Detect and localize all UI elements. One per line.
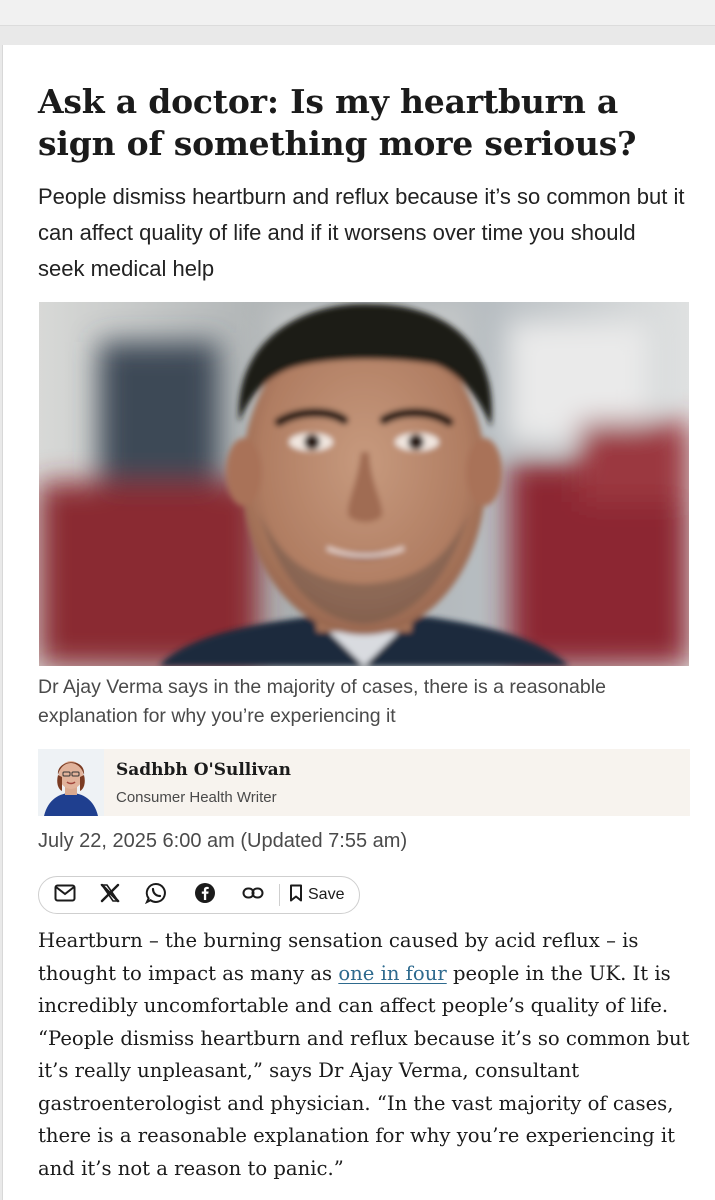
mail-icon bbox=[54, 884, 76, 907]
author-avatar bbox=[38, 749, 104, 816]
article-standfirst: People dismiss heartburn and reflux beca… bbox=[38, 184, 685, 281]
article-headline: Ask a doctor: Is my heartburn a sign of … bbox=[38, 82, 637, 163]
share-facebook-button[interactable] bbox=[187, 877, 223, 913]
author-byline: Sadhbh O'Sullivan Consumer Health Writer bbox=[38, 749, 690, 816]
share-whatsapp-button[interactable] bbox=[138, 877, 174, 913]
copy-link-button[interactable] bbox=[235, 877, 271, 913]
article-body-paragraph: Heartburn – the burning sensation caused… bbox=[38, 925, 690, 1185]
browser-top-bar bbox=[0, 0, 715, 26]
share-divider bbox=[279, 884, 280, 906]
bookmark-icon bbox=[289, 884, 303, 907]
share-x-button[interactable] bbox=[92, 877, 128, 913]
save-label: Save bbox=[308, 886, 345, 903]
share-toolbar: Save bbox=[38, 876, 360, 914]
share-email-button[interactable] bbox=[47, 877, 83, 913]
author-name[interactable]: Sadhbh O'Sullivan bbox=[116, 760, 291, 780]
body-text-part2: people in the UK. It is incredibly uncom… bbox=[38, 961, 690, 1180]
x-icon bbox=[100, 883, 120, 908]
one-in-four-link[interactable]: one in four bbox=[338, 962, 446, 985]
link-icon bbox=[242, 886, 264, 905]
image-caption: Dr Ajay Verma says in the majority of ca… bbox=[38, 676, 606, 727]
save-article-button[interactable]: Save bbox=[289, 877, 344, 913]
publish-date: July 22, 2025 6:00 am (Updated 7:55 am) bbox=[38, 830, 408, 852]
article-page: Ask a doctor: Is my heartburn a sign of … bbox=[2, 45, 715, 1200]
author-role: Consumer Health Writer bbox=[116, 789, 277, 806]
facebook-icon bbox=[194, 882, 216, 909]
whatsapp-icon bbox=[144, 882, 167, 909]
hero-image bbox=[39, 302, 689, 666]
